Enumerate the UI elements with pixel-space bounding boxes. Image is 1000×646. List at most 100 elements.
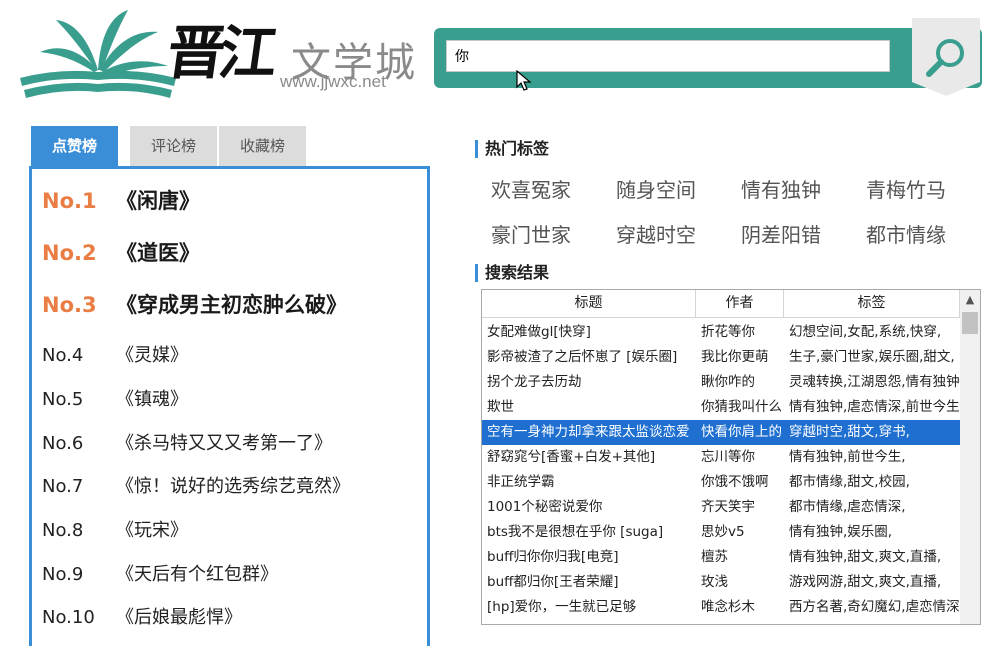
rank-number: No.5 xyxy=(42,389,84,410)
cell-tags: 都市情缘,虐恋情深, xyxy=(789,499,906,515)
cell-title: 欺世 xyxy=(487,399,514,415)
table-row[interactable]: 非正统学霸 你饿不饿啊 都市情缘,甜文,校园, xyxy=(482,470,960,495)
cell-author: 折花等你 xyxy=(701,324,755,340)
cell-author: 瞅你咋的 xyxy=(701,374,755,390)
cell-title: [hp]爱你，一生就已足够 xyxy=(487,599,637,615)
rank-title: 《闲唐》 xyxy=(116,189,200,213)
cell-author: 忘川等你 xyxy=(701,449,755,465)
rank-title: 《镇魂》 xyxy=(116,389,188,410)
cell-tags: 西方名著,奇幻魔幻,虐恋情深, xyxy=(789,599,960,615)
cell-title: 空有一身神力却拿来跟太监谈恋爱 xyxy=(487,424,690,440)
rank-item[interactable]: No.9 《天后有个红包群》 xyxy=(42,560,278,586)
rank-number: No.7 xyxy=(42,476,84,497)
rank-title: 《道医》 xyxy=(116,241,200,265)
ranking-list: No.1 《闲唐》 No.2 《道医》 No.3 《穿成男主初恋肿么破》 No.4 《灵… xyxy=(29,166,430,646)
cell-tags: 游戏网游,甜文,爽文,直播, xyxy=(789,574,942,590)
cell-title: buff归你你归我[电竞] xyxy=(487,549,619,565)
rank-item[interactable]: No.6 《杀马特又又又考第一了》 xyxy=(42,429,332,455)
cell-title: bts我不是很想在乎你 [suga] xyxy=(487,524,664,540)
magnifier-icon xyxy=(926,39,964,77)
table-row[interactable]: 欺世 你猜我叫什么 情有独钟,虐恋情深,前世今生, xyxy=(482,395,960,420)
rank-title: 《灵媒》 xyxy=(116,345,188,366)
cell-title: 拐个龙子去历劫 xyxy=(487,374,582,390)
table-row[interactable]: buff都归你[王者荣耀] 玫浅 游戏网游,甜文,爽文,直播, xyxy=(482,570,960,595)
tag-link[interactable]: 情有独钟 xyxy=(741,174,821,203)
table-row[interactable]: 影帝被渣了之后怀崽了 [娱乐圈] 我比你更萌 生子,豪门世家,娱乐圈,甜文, xyxy=(482,345,960,370)
rank-item[interactable]: No.8 《玩宋》 xyxy=(42,516,188,542)
table-row[interactable]: 拐个龙子去历劫 瞅你咋的 灵魂转换,江湖恩怨,情有独钟, xyxy=(482,370,960,395)
rank-title: 《杀马特又又又考第一了》 xyxy=(116,433,332,454)
cell-tags: 情有独钟,甜文,爽文,直播, xyxy=(789,549,942,565)
table-row[interactable]: bts我不是很想在乎你 [suga] 思妙v5 情有独钟,娱乐圈, xyxy=(482,520,960,545)
table-row[interactable]: 1001个秘密说爱你 齐天笑宇 都市情缘,虐恋情深, xyxy=(482,495,960,520)
cell-tags: 都市情缘,甜文,校园, xyxy=(789,474,910,490)
rank-number: No.8 xyxy=(42,520,84,541)
rank-number: No.6 xyxy=(42,433,84,454)
rank-number: No.2 xyxy=(42,241,97,265)
results-table: 标题 作者 标签 女配难做gl[快穿] 折花等你 幻想空间,女配,系统,快穿, … xyxy=(481,289,981,625)
column-header-title[interactable]: 标题 xyxy=(482,290,696,317)
rank-title: 《玩宋》 xyxy=(116,520,188,541)
logo-brush-text: 晋江 xyxy=(162,19,277,87)
cell-author: 我比你更萌 xyxy=(701,349,769,365)
table-row[interactable]: [hp]爱你，一生就已足够 唯念杉木 西方名著,奇幻魔幻,虐恋情深, xyxy=(482,595,960,620)
search-button[interactable] xyxy=(912,18,980,96)
rank-number: No.9 xyxy=(42,564,84,585)
results-heading: 搜索结果 xyxy=(475,264,549,282)
cell-author: 你饿不饿啊 xyxy=(701,474,769,490)
table-header: 标题 作者 标签 xyxy=(482,290,960,318)
hot-tags-heading: 热门标签 xyxy=(475,140,549,158)
rank-item[interactable]: No.2 《道医》 xyxy=(42,237,200,267)
rank-item[interactable]: No.5 《镇魂》 xyxy=(42,385,188,411)
cell-author: 齐天笑宇 xyxy=(701,499,755,515)
scrollbar-thumb[interactable] xyxy=(962,312,978,334)
rank-number: No.1 xyxy=(42,189,97,213)
cell-title: 1001个秘密说爱你 xyxy=(487,499,603,515)
chevron-up-icon[interactable]: ▲ xyxy=(960,290,980,310)
cell-title: 舒窈窕兮[香蜜+白发+其他] xyxy=(487,449,656,465)
cell-title: 女配难做gl[快穿] xyxy=(487,324,591,340)
rank-title: 《惊！说好的选秀综艺竟然》 xyxy=(116,476,350,497)
cell-tags: 灵魂转换,江湖恩怨,情有独钟, xyxy=(789,374,960,390)
tag-link[interactable]: 青梅竹马 xyxy=(866,174,946,203)
cell-tags: 幻想空间,女配,系统,快穿, xyxy=(789,324,942,340)
rank-item[interactable]: No.7 《惊！说好的选秀综艺竟然》 xyxy=(42,472,350,498)
rank-item[interactable]: No.10 《后娘最彪悍》 xyxy=(42,603,242,629)
site-logo[interactable]: 晋江 文学城 www.jjwxc.net xyxy=(18,8,418,108)
tab-likes[interactable]: 点赞榜 xyxy=(31,126,118,166)
book-leaf-logo xyxy=(20,10,176,98)
table-row[interactable]: 舒窈窕兮[香蜜+白发+其他] 忘川等你 情有独钟,前世今生, xyxy=(482,445,960,470)
cell-author: 唯念杉木 xyxy=(701,599,755,615)
cell-title: 影帝被渣了之后怀崽了 [娱乐圈] xyxy=(487,349,678,365)
mouse-pointer-icon xyxy=(516,70,532,91)
tag-link[interactable]: 阴差阳错 xyxy=(741,219,821,248)
cell-author: 檀苏 xyxy=(701,549,728,565)
rank-title: 《天后有个红包群》 xyxy=(116,564,278,585)
tag-link[interactable]: 穿越时空 xyxy=(616,219,696,248)
rank-item[interactable]: No.4 《灵媒》 xyxy=(42,341,188,367)
cell-tags: 穿越时空,甜文,穿书, xyxy=(789,424,910,440)
tag-link[interactable]: 欢喜冤家 xyxy=(491,174,571,203)
column-header-author[interactable]: 作者 xyxy=(696,290,784,317)
tab-comments[interactable]: 评论榜 xyxy=(130,126,217,166)
cell-author: 思妙v5 xyxy=(701,524,745,540)
vertical-scrollbar[interactable]: ▲ xyxy=(960,290,980,624)
cell-tags: 情有独钟,前世今生, xyxy=(789,449,906,465)
rank-item[interactable]: No.3 《穿成男主初恋肿么破》 xyxy=(42,289,347,319)
table-row-selected[interactable]: 空有一身神力却拿来跟太监谈恋爱 快看你肩上的 穿越时空,甜文,穿书, xyxy=(482,420,960,445)
table-row[interactable]: 女配难做gl[快穿] 折花等你 幻想空间,女配,系统,快穿, xyxy=(482,320,960,345)
cell-author: 玫浅 xyxy=(701,574,728,590)
column-header-tags[interactable]: 标签 xyxy=(784,290,960,317)
search-input[interactable] xyxy=(446,40,890,72)
table-row[interactable]: buff归你你归我[电竞] 檀苏 情有独钟,甜文,爽文,直播, xyxy=(482,545,960,570)
tag-link[interactable]: 随身空间 xyxy=(616,174,696,203)
cell-tags: 生子,豪门世家,娱乐圈,甜文, xyxy=(789,349,955,365)
rank-number: No.4 xyxy=(42,345,84,366)
rank-title: 《穿成男主初恋肿么破》 xyxy=(116,293,347,317)
tag-link[interactable]: 都市情缘 xyxy=(866,219,946,248)
cell-title: buff都归你[王者荣耀] xyxy=(487,574,619,590)
tag-link[interactable]: 豪门世家 xyxy=(491,219,571,248)
rank-item[interactable]: No.1 《闲唐》 xyxy=(42,185,200,215)
tab-favorites[interactable]: 收藏榜 xyxy=(219,126,306,166)
logo-url: www.jjwxc.net xyxy=(280,72,386,91)
